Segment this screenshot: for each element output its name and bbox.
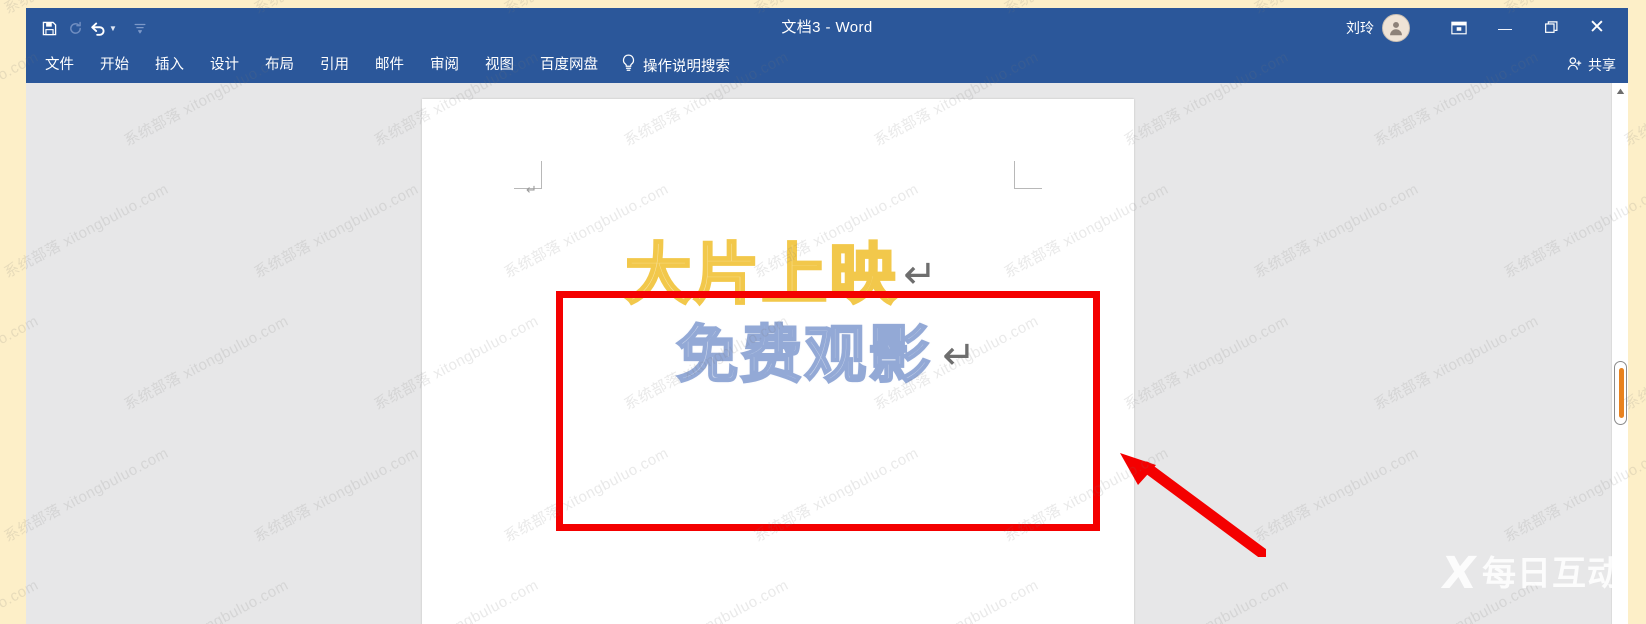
tell-me-label: 操作说明搜索 [643, 58, 730, 75]
title-bar: ▼ 文档3 - Word 刘玲 — ✕ [26, 8, 1628, 47]
frame-top-border [0, 0, 1646, 8]
close-button[interactable]: ✕ [1574, 8, 1620, 47]
paragraph-return-mark-2: ↵ [942, 332, 976, 379]
share-label: 共享 [1588, 57, 1616, 73]
minimize-button[interactable]: — [1482, 8, 1528, 47]
wordart-block: 大片上映 ↵ 免费观影 ↵ [468, 237, 1088, 389]
tell-me-search[interactable]: 操作说明搜索 [621, 54, 730, 76]
tab-references[interactable]: 引用 [307, 47, 362, 83]
word-application-window: ▼ 文档3 - Word 刘玲 — ✕ 文件 开始 插入 设计 布局 引用 邮件… [26, 8, 1628, 624]
share-person-icon [1567, 56, 1583, 74]
ribbon-tab-list: 文件 开始 插入 设计 布局 引用 邮件 审阅 视图 百度网盘 操作说明搜索 [32, 47, 730, 83]
account-user-name[interactable]: 刘玲 [1346, 18, 1374, 38]
tab-review[interactable]: 审阅 [417, 47, 472, 83]
frame-left-border [0, 0, 26, 624]
title-bar-right-controls: 刘玲 — ✕ [1346, 8, 1620, 47]
share-button[interactable]: 共享 [1567, 47, 1616, 83]
tab-view[interactable]: 视图 [472, 47, 527, 83]
wordart-text-blue[interactable]: 免费观影 [675, 320, 932, 389]
frame-right-border [1628, 0, 1646, 624]
tab-layout[interactable]: 布局 [252, 47, 307, 83]
wordart-line-blue[interactable]: 免费观影 ↵ [468, 320, 1088, 389]
maximize-restore-button[interactable] [1528, 8, 1574, 47]
tab-file[interactable]: 文件 [32, 47, 87, 83]
wordart-text-yellow[interactable]: 大片上映 [624, 237, 897, 311]
red-pointer-arrow [1120, 453, 1266, 557]
scrollbar-thumb[interactable] [1614, 361, 1627, 425]
wordart-line-yellow[interactable]: 大片上映 ↵ [468, 237, 1088, 311]
ribbon-display-options-icon[interactable] [1436, 8, 1482, 47]
tab-baidu-netdisk[interactable]: 百度网盘 [527, 47, 611, 83]
paragraph-mark-top: ↵ [526, 182, 537, 197]
tab-design[interactable]: 设计 [197, 47, 252, 83]
tab-insert[interactable]: 插入 [142, 47, 197, 83]
vertical-scrollbar[interactable] [1611, 83, 1628, 624]
lightbulb-icon [621, 54, 636, 76]
scroll-up-arrow-icon[interactable] [1612, 83, 1628, 100]
margin-marker-top-right [1014, 161, 1042, 189]
tab-home[interactable]: 开始 [87, 47, 142, 83]
ribbon-tab-strip: 文件 开始 插入 设计 布局 引用 邮件 审阅 视图 百度网盘 操作说明搜索 共… [26, 47, 1628, 83]
document-workspace: ↵ 大片上映 ↵ 免费观影 ↵ [26, 83, 1628, 624]
document-page[interactable]: ↵ 大片上映 ↵ 免费观影 ↵ [422, 99, 1134, 624]
paragraph-return-mark-1: ↵ [903, 251, 937, 298]
screenshot-root: ▼ 文档3 - Word 刘玲 — ✕ 文件 开始 插入 设计 布局 引用 邮件… [0, 0, 1646, 624]
avatar[interactable] [1382, 13, 1410, 42]
tab-mailings[interactable]: 邮件 [362, 47, 417, 83]
